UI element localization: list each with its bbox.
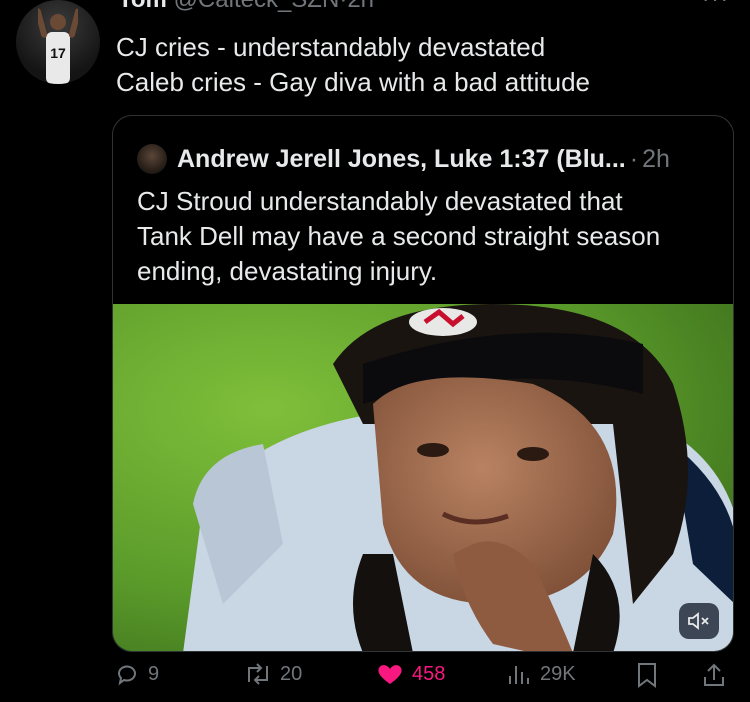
views-button[interactable]: 29K (506, 662, 576, 686)
quoted-tweet-time[interactable]: 2h (642, 145, 670, 174)
reply-count: 9 (148, 662, 160, 685)
repost-button[interactable]: 20 (244, 662, 302, 686)
quoted-author-avatar[interactable] (137, 144, 167, 174)
video-player[interactable] (113, 304, 733, 651)
quoted-text-line: ending, devastating injury. (137, 256, 438, 286)
share-icon (704, 663, 724, 686)
bookmark-icon (638, 663, 656, 688)
quoted-tweet-text: CJ Stroud understandably devastated that… (137, 184, 660, 289)
bookmark-button[interactable] (636, 662, 666, 688)
views-icon (509, 666, 529, 684)
quoted-text-line: CJ Stroud understandably devastated that (137, 186, 623, 216)
quoted-tweet-header: Andrew Jerell Jones, Luke 1:37 (Blu... ·… (137, 142, 670, 176)
like-icon (378, 665, 402, 684)
repost-count: 20 (280, 662, 303, 685)
quoted-author-name[interactable]: Andrew Jerell Jones, Luke 1:37 (Blu... (177, 145, 626, 174)
share-button[interactable] (702, 662, 734, 688)
repost-icon (248, 663, 268, 685)
author-name[interactable]: Tom (118, 0, 167, 13)
quoted-separator: · (629, 144, 639, 173)
reply-icon (118, 665, 136, 686)
author-handle[interactable]: @Calteck_SZN (174, 0, 340, 13)
tweet-text-line: Caleb cries - Gay diva with a bad attitu… (116, 67, 591, 97)
tweet-header: Tom @Calteck_SZN·2h (118, 0, 374, 14)
like-button[interactable]: 458 (376, 662, 445, 686)
like-count: 458 (412, 662, 446, 685)
mute-icon (688, 612, 709, 630)
author-avatar[interactable]: 17 (16, 0, 100, 84)
more-options-button[interactable]: ··· (702, 0, 730, 12)
mute-button[interactable] (679, 603, 719, 639)
quoted-text-line: Tank Dell may have a second straight sea… (137, 221, 661, 251)
svg-text:17: 17 (50, 45, 66, 61)
quoted-tweet[interactable]: Andrew Jerell Jones, Luke 1:37 (Blu... ·… (112, 115, 734, 652)
tweet-time[interactable]: 2h (347, 0, 374, 13)
views-count: 29K (540, 662, 576, 685)
reply-button[interactable]: 9 (116, 662, 159, 686)
video-frame-image (113, 304, 733, 651)
tweet-text-line: CJ cries - understandably devastated (116, 32, 546, 62)
avatar-figure: 17 (38, 8, 78, 84)
tweet-text: CJ cries - understandably devastated Cal… (116, 30, 590, 100)
tweet-actions: 9 20 458 29K (0, 662, 750, 702)
